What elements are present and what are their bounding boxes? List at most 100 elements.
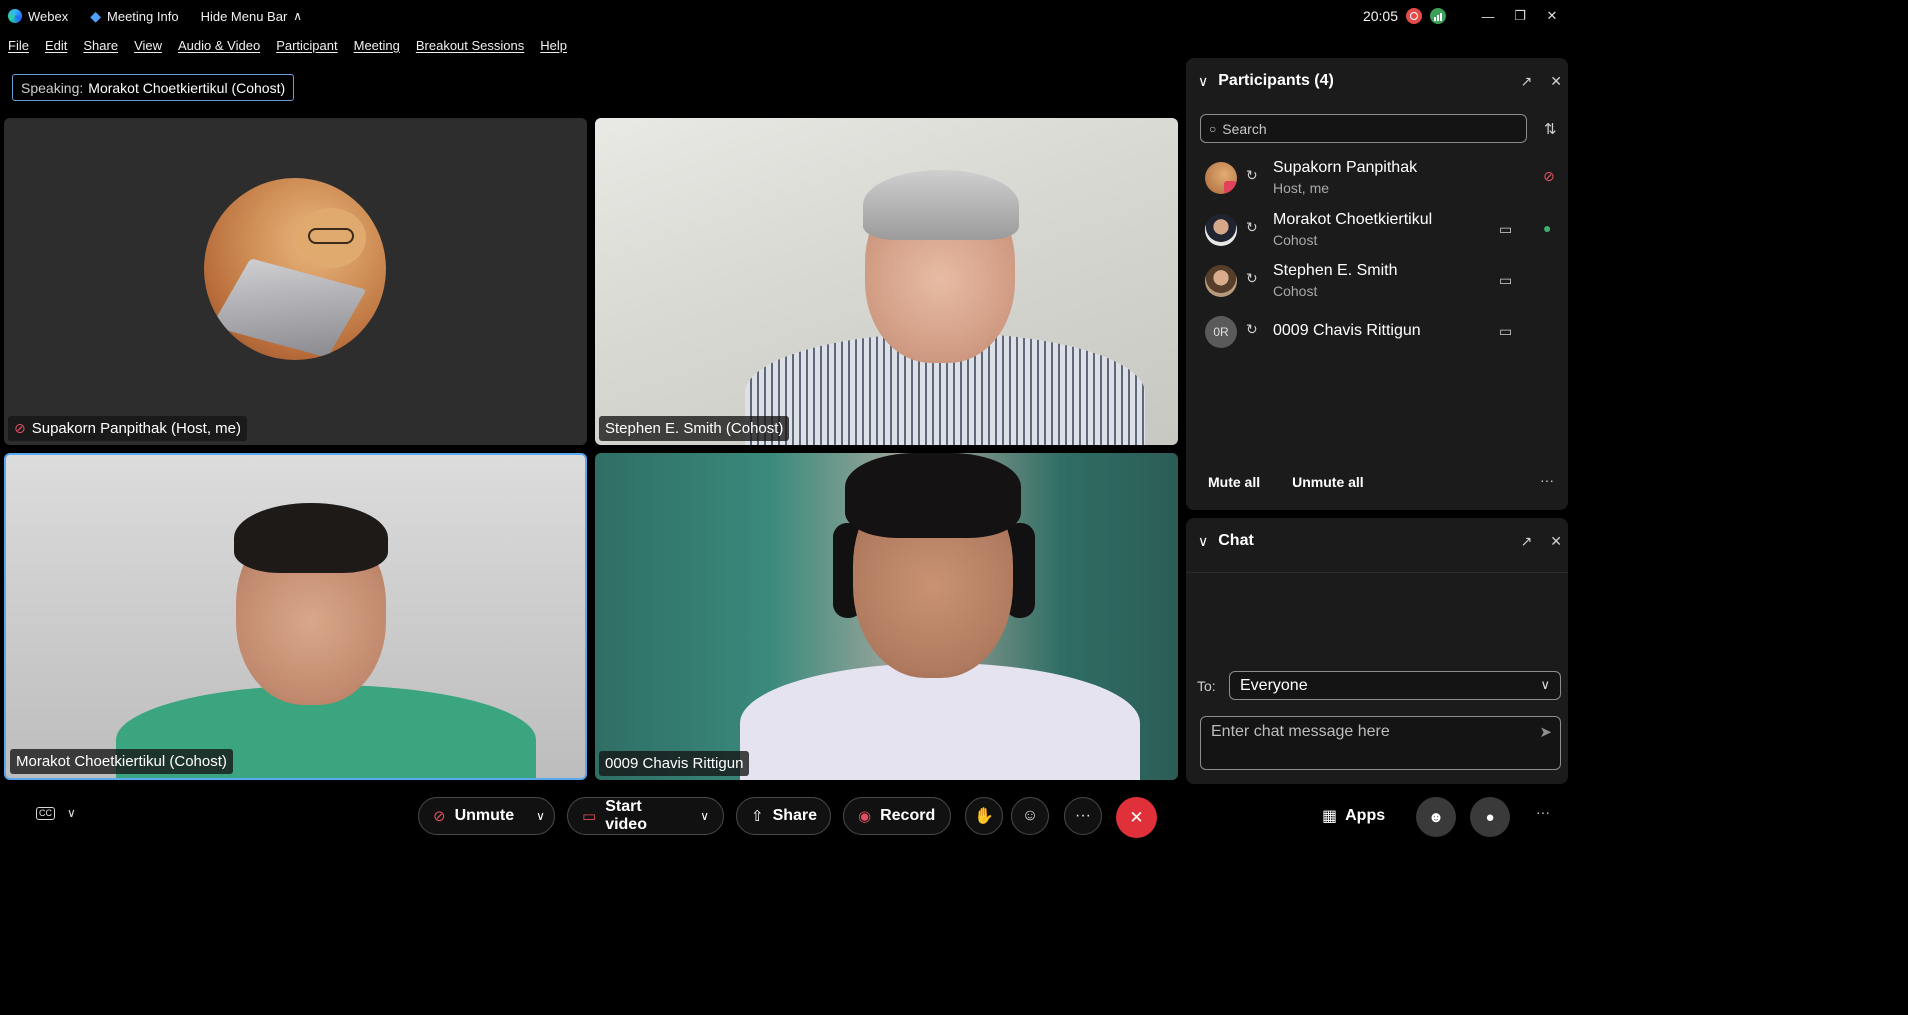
chat-toggle-icon[interactable]: ●	[1470, 797, 1510, 837]
mute-all-button[interactable]: Mute all	[1208, 474, 1260, 490]
menu-help[interactable]: Help	[540, 38, 567, 53]
unmute-button[interactable]: ⊘ Unmute ∨	[418, 797, 555, 835]
video-feed	[740, 663, 1140, 780]
more-options-icon[interactable]: ···	[1540, 472, 1554, 488]
recording-indicator-icon[interactable]	[1406, 8, 1422, 24]
meeting-info-label: Meeting Info	[107, 8, 179, 24]
hide-menu-label: Hide Menu Bar	[200, 8, 288, 24]
speaking-name: Morakot Choetkiertikul (Cohost)	[88, 79, 286, 96]
record-button[interactable]: ◉ Record	[843, 797, 951, 835]
apps-button[interactable]: ▦ Apps	[1322, 806, 1385, 826]
participant-search-input[interactable]: ○ Search	[1200, 114, 1527, 143]
apps-grid-icon: ▦	[1322, 808, 1338, 825]
participant-role: Host, me	[1273, 180, 1330, 196]
close-window-icon[interactable]: ✕	[1536, 8, 1568, 24]
mic-active-icon: ●	[1543, 220, 1552, 236]
participants-footer: Mute all Unmute all	[1208, 474, 1364, 490]
more-options-icon[interactable]: ···	[1064, 797, 1102, 835]
share-button[interactable]: ⇧ Share	[736, 797, 831, 835]
tile-name-label: Morakot Choetkiertikul (Cohost)	[10, 749, 233, 774]
chat-header[interactable]: ∨ Chat	[1198, 532, 1254, 550]
menu-breakout-sessions[interactable]: Breakout Sessions	[416, 38, 524, 53]
tile-name: 0009 Chavis Rittigun	[605, 755, 744, 772]
menu-participant[interactable]: Participant	[276, 38, 337, 53]
pop-out-icon[interactable]: ↗	[1521, 533, 1533, 550]
hide-menu-bar-button[interactable]: Hide Menu Bar ∧	[201, 9, 303, 24]
chevron-down-icon[interactable]: ∨	[690, 809, 709, 823]
video-tile-morakot[interactable]: Morakot Choetkiertikul (Cohost)	[4, 453, 587, 780]
meeting-info-button[interactable]: ◆ Meeting Info	[90, 8, 178, 25]
closed-captions-icon: CC	[36, 806, 55, 820]
sync-icon: ↻	[1246, 167, 1258, 183]
chevron-down-icon: ∨	[1540, 677, 1550, 692]
chevron-down-icon[interactable]: ∨	[526, 809, 545, 823]
restore-icon[interactable]: ❐	[1504, 8, 1536, 24]
app-title: Webex	[0, 9, 68, 24]
menu-view[interactable]: View	[134, 38, 162, 53]
menu-file[interactable]: File	[8, 38, 29, 53]
menu-edit[interactable]: Edit	[45, 38, 67, 53]
participants-title: Participants (4)	[1218, 72, 1334, 89]
record-icon: ◉	[858, 808, 872, 825]
participants-toggle-icon[interactable]: ☻	[1416, 797, 1456, 837]
tile-name: Supakorn Panpithak (Host, me)	[31, 420, 242, 437]
chevron-up-icon: ∧	[293, 9, 303, 23]
video-tile-supakorn[interactable]: ⊘ Supakorn Panpithak (Host, me)	[4, 118, 587, 445]
menu-audio-video[interactable]: Audio & Video	[178, 38, 260, 53]
tile-name-label: Stephen E. Smith (Cohost)	[599, 416, 790, 441]
unmute-all-button[interactable]: Unmute all	[1292, 474, 1364, 490]
sort-icon[interactable]: ⇅	[1544, 120, 1557, 138]
bottom-toolbar: CC ∨ ⊘ Unmute ∨ ▭ Start video ∨ ⇧ Share …	[0, 792, 1568, 838]
close-icon[interactable]: ✕	[1550, 73, 1562, 90]
send-icon[interactable]: ➤	[1539, 723, 1552, 741]
panel-controls: ↗ ✕	[1521, 533, 1562, 550]
reactions-icon[interactable]: ☺	[1011, 797, 1049, 835]
avatar	[1205, 214, 1237, 246]
closed-captions-button[interactable]: CC ∨	[36, 806, 76, 820]
participant-name: Supakorn Panpithak	[1273, 159, 1418, 176]
participants-header[interactable]: ∨ Participants (4)	[1198, 72, 1334, 90]
unmute-label: Unmute	[454, 807, 515, 824]
title-bar-right: 20:05 — ❐ ✕	[1363, 0, 1568, 32]
end-call-icon[interactable]: ✕	[1116, 797, 1157, 838]
chat-panel: ∨ Chat ↗ ✕ To: Everyone ∨ Enter chat mes…	[1186, 518, 1568, 784]
apps-label: Apps	[1345, 807, 1386, 824]
mic-muted-icon: ⊘	[433, 808, 446, 825]
share-label: Share	[772, 807, 818, 824]
participant-row[interactable]: ↻ Stephen E. Smith Cohost ▭	[1186, 255, 1568, 305]
sync-icon: ↻	[1246, 270, 1258, 286]
close-icon[interactable]: ✕	[1550, 533, 1562, 550]
participants-panel: ∨ Participants (4) ↗ ✕ ○ Search ⇅ ↻ Supa…	[1186, 58, 1568, 510]
recipient-select[interactable]: Everyone ∨	[1229, 671, 1561, 700]
meeting-clock: 20:05	[1362, 8, 1398, 24]
avatar: 0R	[1205, 316, 1237, 348]
chat-message-input[interactable]: Enter chat message here ➤	[1200, 716, 1561, 770]
chevron-down-icon: ∨	[67, 806, 76, 820]
participant-role: Cohost	[1273, 232, 1318, 248]
participant-row[interactable]: ↻ Supakorn Panpithak Host, me ⊘	[1186, 152, 1568, 202]
more-icon[interactable]: ···	[1536, 804, 1550, 820]
participant-row[interactable]: ↻ Morakot Choetkiertikul Cohost ▭ ●	[1186, 204, 1568, 254]
tile-name: Stephen E. Smith (Cohost)	[605, 420, 784, 437]
search-placeholder: Search	[1222, 120, 1267, 137]
network-health-icon[interactable]	[1430, 8, 1446, 24]
video-camera-icon: ▭	[1499, 323, 1513, 339]
menu-meeting[interactable]: Meeting	[354, 38, 400, 53]
pop-out-icon[interactable]: ↗	[1521, 73, 1533, 90]
shield-icon: ◆	[90, 7, 102, 24]
chevron-down-icon[interactable]: ∨	[1198, 73, 1208, 90]
participant-name: 0009 Chavis Rittigun	[1273, 322, 1421, 339]
tile-name-label: 0009 Chavis Rittigun	[599, 751, 750, 776]
video-camera-icon: ▭	[1499, 272, 1513, 288]
video-tile-stephen[interactable]: Stephen E. Smith (Cohost)	[595, 118, 1178, 445]
video-off-icon: ▭	[582, 808, 597, 825]
participant-row[interactable]: 0R ↻ 0009 Chavis Rittigun ▭	[1186, 306, 1568, 356]
minimize-icon[interactable]: —	[1472, 9, 1504, 24]
chevron-down-icon[interactable]: ∨	[1198, 533, 1208, 550]
start-video-button[interactable]: ▭ Start video ∨	[567, 797, 724, 835]
mic-muted-icon[interactable]: ⊘	[1543, 168, 1555, 185]
video-tile-chavis[interactable]: 0009 Chavis Rittigun	[595, 453, 1178, 780]
raise-hand-icon[interactable]: ✋	[965, 797, 1003, 835]
menu-share[interactable]: Share	[83, 38, 118, 53]
title-bar: Webex ◆ Meeting Info Hide Menu Bar ∧ 20:…	[0, 0, 1568, 32]
